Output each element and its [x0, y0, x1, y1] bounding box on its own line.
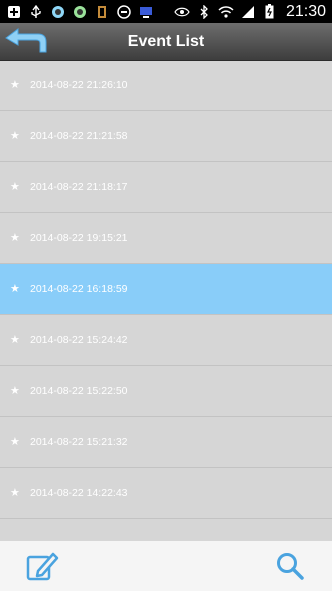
usb-icon — [28, 4, 44, 19]
event-row[interactable]: ★ 2014-08-22 15:22:50 — [0, 366, 332, 417]
battery-icon — [262, 4, 278, 19]
status-time: 21:30 — [285, 2, 326, 20]
event-row[interactable]: ★ 2014-08-22 16:18:59 — [0, 264, 332, 315]
event-timestamp: 2014-08-22 15:24:42 — [30, 334, 128, 346]
add-box-icon — [6, 5, 22, 19]
event-timestamp: 2014-08-22 15:21:32 — [30, 436, 128, 448]
event-row[interactable]: ★ 2014-08-22 15:21:32 — [0, 417, 332, 468]
block-icon — [116, 4, 132, 19]
app-header: Event List — [0, 23, 332, 61]
event-row[interactable]: ★ 2014-08-22 21:26:10 — [0, 60, 332, 111]
back-arrow-icon — [5, 28, 47, 53]
edit-icon — [26, 552, 59, 581]
wifi-icon — [218, 5, 234, 19]
event-row[interactable]: ★ 2014-08-22 15:24:42 — [0, 315, 332, 366]
event-timestamp: 2014-08-22 21:18:17 — [30, 181, 128, 193]
bottom-toolbar — [0, 541, 332, 591]
star-icon: ★ — [10, 385, 20, 397]
event-timestamp: 2014-08-22 21:26:10 — [30, 79, 128, 91]
app-icon-3 — [94, 5, 110, 19]
event-row[interactable]: ★ 2014-08-22 21:21:58 — [0, 111, 332, 162]
monitor-icon — [138, 5, 154, 19]
star-icon: ★ — [10, 436, 20, 448]
event-row[interactable]: ★ 2014-08-22 19:15:21 — [0, 213, 332, 264]
star-icon: ★ — [10, 334, 20, 346]
star-icon: ★ — [10, 79, 20, 91]
star-icon: ★ — [10, 130, 20, 142]
event-timestamp: 2014-08-22 16:18:59 — [30, 283, 128, 295]
star-icon: ★ — [10, 181, 20, 193]
star-icon: ★ — [10, 232, 20, 244]
edit-button[interactable] — [22, 546, 62, 586]
star-icon: ★ — [10, 487, 20, 499]
bluetooth-icon — [196, 4, 212, 19]
page-title: Event List — [127, 32, 205, 50]
search-icon — [277, 553, 304, 580]
star-icon: ★ — [10, 283, 20, 295]
status-left-icons — [0, 4, 154, 19]
back-button[interactable] — [2, 26, 50, 58]
app-icon-2 — [72, 5, 88, 19]
event-row[interactable]: ★ 2014-08-22 14:22:43 — [0, 468, 332, 519]
event-list: ★ 2014-08-22 21:26:10 ★ 2014-08-22 21:21:58… — [0, 60, 332, 541]
event-timestamp: 2014-08-22 15:22:50 — [30, 385, 128, 397]
app-icon-1 — [50, 5, 66, 19]
event-row[interactable]: ★ 2014-08-22 21:18:17 — [0, 162, 332, 213]
search-button[interactable] — [270, 546, 310, 586]
eye-icon — [174, 5, 190, 19]
signal-icon — [240, 5, 256, 19]
event-timestamp: 2014-08-22 21:21:58 — [30, 130, 128, 142]
event-timestamp: 2014-08-22 14:22:43 — [30, 487, 128, 499]
event-timestamp: 2014-08-22 19:15:21 — [30, 232, 128, 244]
status-bar: 21:30 — [0, 0, 332, 23]
status-right-icons: 21:30 — [174, 3, 332, 21]
